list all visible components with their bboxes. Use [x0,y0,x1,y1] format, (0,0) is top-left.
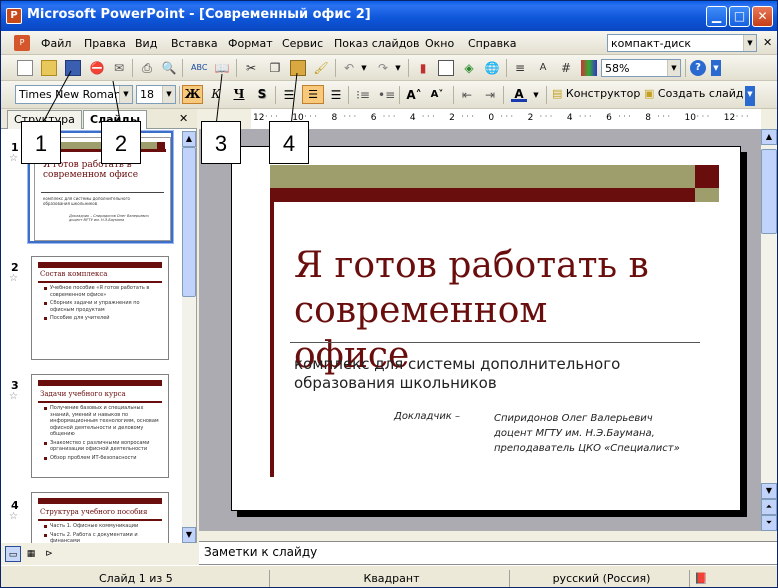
powerpoint-window: P Microsoft PowerPoint - [Современный оф… [0,0,778,588]
callout-2: 2 [101,121,141,164]
callout-3: 3 [201,121,241,164]
callout-4: 4 [269,121,309,164]
callout-1: 1 [21,121,61,164]
callout-pointers [40,70,298,127]
